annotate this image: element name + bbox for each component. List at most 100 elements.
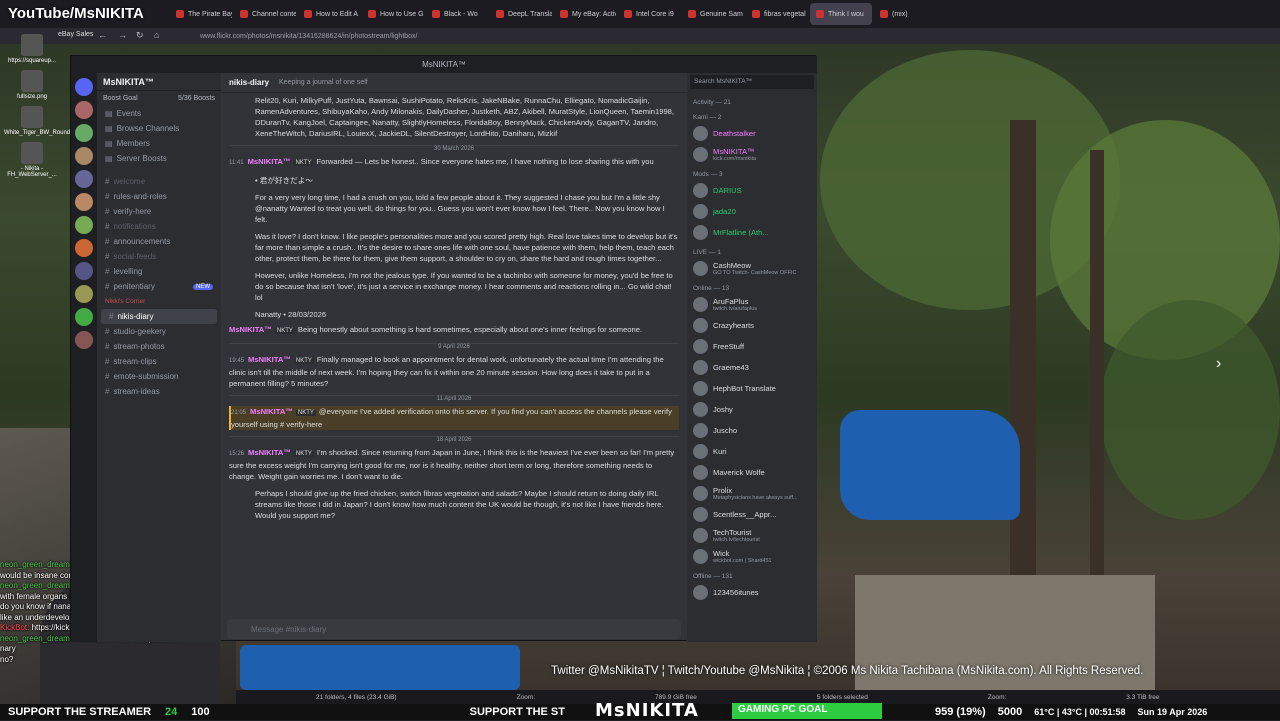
member-item[interactable]: Deathstalker bbox=[687, 123, 817, 144]
browser-tab[interactable]: The Pirate Bay bbox=[170, 3, 232, 25]
browser-tab[interactable]: My eBay: Activ bbox=[554, 3, 616, 25]
server-icon[interactable] bbox=[75, 239, 93, 257]
author-tag: NKTY bbox=[293, 451, 314, 457]
desktop-icon[interactable]: fullsize.png bbox=[4, 70, 60, 100]
server-icon[interactable] bbox=[75, 147, 93, 165]
channel-emote-submission[interactable]: # emote-submission bbox=[97, 369, 221, 384]
desktop-icon-label: https://squareup... bbox=[7, 58, 57, 64]
search-input[interactable]: Search MsNIKITA™ bbox=[690, 75, 814, 89]
member-item[interactable]: 123456itunes bbox=[687, 582, 817, 603]
date: Sun 19 Apr 2026 bbox=[1137, 707, 1208, 717]
browser-tab[interactable]: Genuine Sam bbox=[682, 3, 744, 25]
author-tag: NKTY bbox=[274, 328, 295, 334]
message-author[interactable]: MsNIKITA™ bbox=[248, 355, 291, 364]
channel-nikis-diary[interactable]: # nikis-diary bbox=[101, 309, 217, 324]
hash-icon: # bbox=[105, 282, 110, 291]
server-icon[interactable] bbox=[75, 193, 93, 211]
sidebar-top-item[interactable]: ▤ Server Boosts bbox=[97, 151, 221, 166]
browser-tab[interactable]: DeepL Translat bbox=[490, 3, 552, 25]
channel-category[interactable]: Nikki's Corner bbox=[97, 294, 221, 309]
date-divider: 18 April 2026 bbox=[229, 436, 679, 443]
message-list: Relit20, Kuri, MilkyPuff, JustYuta, Bawn… bbox=[221, 93, 687, 623]
selection-summary: 5 folders selected bbox=[816, 693, 868, 701]
member-item[interactable]: Maverick Wolfe bbox=[687, 462, 817, 483]
server-icon[interactable] bbox=[75, 216, 93, 234]
reload-icon[interactable]: ↻ bbox=[136, 30, 144, 41]
channel-stream-clips[interactable]: # stream-clips bbox=[97, 354, 221, 369]
sidebar-top-item[interactable]: ▤ Browse Channels bbox=[97, 121, 221, 136]
member-item[interactable]: Crazyhearts bbox=[687, 315, 817, 336]
back-icon[interactable]: ← bbox=[98, 30, 107, 40]
guild-name[interactable]: MsNIKITA™ bbox=[97, 73, 221, 91]
server-icon[interactable] bbox=[75, 308, 93, 326]
channel-stream-photos[interactable]: # stream-photos bbox=[97, 339, 221, 354]
member-item[interactable]: MsNIKITA™ kick.com/msnikita bbox=[687, 144, 817, 165]
blue-tarp-tent bbox=[240, 645, 520, 690]
message-author[interactable]: MsNIKITA™ bbox=[248, 448, 291, 457]
message-author[interactable]: MsNIKITA™ bbox=[248, 157, 291, 166]
server-icon[interactable] bbox=[75, 262, 93, 280]
browser-tab[interactable]: How to Use G bbox=[362, 3, 424, 25]
member-item[interactable]: AruFaPlus twitch.tv/arufaplus bbox=[687, 294, 817, 315]
member-item[interactable]: Juscho bbox=[687, 420, 817, 441]
member-item[interactable]: jada20 bbox=[687, 201, 817, 222]
member-item[interactable]: CashMeow GO TO Twitch- CashMeow OFFIC bbox=[687, 258, 817, 279]
discord-window: MsNIKITA™ MsNIKITA™ Boost Goal 5/36 Boos… bbox=[70, 55, 817, 642]
channel-verify-here[interactable]: # verify-here bbox=[97, 204, 221, 219]
url-text[interactable]: www.flickr.com/photos/msnikita/134162886… bbox=[200, 33, 418, 40]
desktop-icon[interactable]: White_Tiger_BW_Round... bbox=[4, 106, 75, 136]
message-author[interactable]: MsNIKITA™ bbox=[250, 407, 293, 416]
message: 15:26 MsNIKITA™ NKTY I'm shocked. Since ret… bbox=[229, 447, 679, 482]
member-item[interactable]: HephBot Translate bbox=[687, 378, 817, 399]
message-author[interactable]: MsNIKITA™ bbox=[229, 325, 272, 334]
browser-tab[interactable]: Channel conte bbox=[234, 3, 296, 25]
home-icon[interactable]: ⌂ bbox=[154, 30, 159, 40]
member-item[interactable]: Graeme43 bbox=[687, 357, 817, 378]
member-item[interactable]: DARIUS bbox=[687, 180, 817, 201]
browser-tab[interactable]: Intel Core i9 bbox=[618, 3, 680, 25]
channel-label: stream-photos bbox=[113, 342, 165, 351]
server-icon[interactable] bbox=[75, 101, 93, 119]
server-icon[interactable] bbox=[75, 285, 93, 303]
channel-rules-and-roles[interactable]: # rules-and-roles bbox=[97, 189, 221, 204]
sidebar-top-item[interactable]: ▤ Members bbox=[97, 136, 221, 151]
browser-tab[interactable]: How to Edit A bbox=[298, 3, 360, 25]
member-item[interactable]: Scentless__Appr... bbox=[687, 504, 817, 525]
member-item[interactable]: Prolix Metaphysicians have always suff... bbox=[687, 483, 817, 504]
browser-tab[interactable]: Think I wou bbox=[810, 3, 872, 25]
channel-social-feeds[interactable]: # social-feeds bbox=[97, 249, 221, 264]
channel-notifications[interactable]: # notifications bbox=[97, 219, 221, 234]
channel-studio-geekery[interactable]: # studio-geekery bbox=[97, 324, 221, 339]
browser-address-bar[interactable]: www.flickr.com/photos/msnikita/134162886… bbox=[0, 28, 1280, 44]
direct-messages-icon[interactable] bbox=[75, 78, 93, 96]
channel-welcome[interactable]: # welcome bbox=[97, 174, 221, 189]
chevron-right-icon[interactable]: › bbox=[1216, 355, 1221, 373]
server-icon[interactable] bbox=[75, 124, 93, 142]
browser-tab[interactable]: fibras vegetal bbox=[746, 3, 808, 25]
member-text: Joshy bbox=[713, 405, 733, 414]
browser-tab[interactable]: (mix) bbox=[874, 3, 936, 25]
channel-levelling[interactable]: # levelling bbox=[97, 264, 221, 279]
member-items: Activity — 21 Kami — 2 Deathstalker MsNIKIT… bbox=[687, 93, 817, 603]
member-item[interactable]: TechTourist twitch.tv/techtourist bbox=[687, 525, 817, 546]
member-item[interactable]: Joshy bbox=[687, 399, 817, 420]
channel-stream-ideas[interactable]: # stream-ideas bbox=[97, 384, 221, 399]
member-item[interactable]: FreeStuff bbox=[687, 336, 817, 357]
server-icon[interactable] bbox=[75, 170, 93, 188]
channel-announcements[interactable]: # announcements bbox=[97, 234, 221, 249]
member-item[interactable]: Kuri bbox=[687, 441, 817, 462]
hash-icon: # bbox=[105, 372, 110, 381]
message-input[interactable]: Message #nikis-diary bbox=[227, 619, 681, 639]
desktop-icon[interactable]: https://squareup... bbox=[4, 34, 60, 64]
member-item[interactable]: MrFlatline (Ath... bbox=[687, 222, 817, 243]
server-icon[interactable] bbox=[75, 331, 93, 349]
boost-goal[interactable]: Boost Goal 5/36 Boosts bbox=[97, 91, 221, 106]
forward-icon[interactable]: → bbox=[118, 30, 127, 40]
member-item[interactable]: Wick wickbot.com | Shard451 bbox=[687, 546, 817, 567]
channel-penitentiary[interactable]: # penitentiary NEW bbox=[97, 279, 221, 294]
message-header: 21:05 MsNIKITA™ NKTY @everyone I've added v… bbox=[231, 406, 679, 430]
browser-tab[interactable]: Black - Wo bbox=[426, 3, 488, 25]
file-icon bbox=[21, 142, 43, 164]
desktop-icon[interactable]: - Nikita - FH_WebServer_... bbox=[4, 142, 60, 178]
sidebar-top-item[interactable]: ▤ Events bbox=[97, 106, 221, 121]
